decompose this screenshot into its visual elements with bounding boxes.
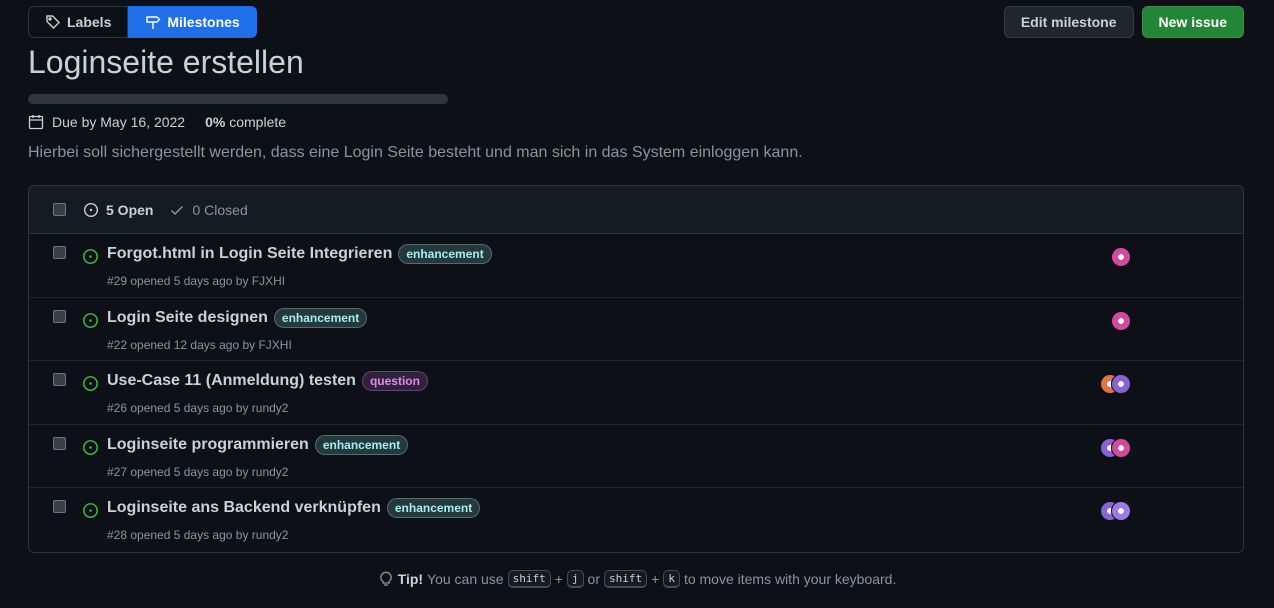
issues-list-header: 5 Open 0 Closed [29,186,1243,234]
issue-title-link[interactable]: Login Seite designen [107,309,268,327]
milestone-title: Loginseite erstellen [28,44,304,80]
issue-opened-icon [83,503,98,518]
kbd-shift-2: shift [604,570,648,588]
issue-title-link[interactable]: Use-Case 11 (Anmeldung) testen [107,372,356,390]
completion-percent-wrap: 0% complete [205,114,286,130]
new-issue-button[interactable]: New issue [1141,6,1244,38]
issue-title-link[interactable]: Loginseite ans Backend verknüpfen [107,499,381,517]
assignee-avatar[interactable] [1111,437,1131,458]
issue-checkbox[interactable] [53,373,66,386]
tip-text-1: You can use [427,571,504,587]
keyboard-tip: Tip! You can use shift + j or shift + k to m… [0,570,1274,588]
closed-filter[interactable]: 0 Closed [169,201,248,218]
issue-checkbox[interactable] [53,309,66,323]
issue-row[interactable]: Use-Case 11 (Anmeldung) testen question … [29,361,1243,425]
issue-opened-icon [83,439,98,455]
issues-list: 5 Open 0 Closed Forgot.html in Login Sei… [28,185,1244,553]
milestone-icon [146,16,161,29]
kbd-k: k [663,570,680,588]
issue-row[interactable]: Forgot.html in Login Seite Integrieren e… [29,234,1243,298]
issue-label[interactable]: enhancement [314,434,409,455]
issue-title-link[interactable]: Forgot.html in Login Seite Integrieren [107,245,392,263]
assignees [1111,310,1131,331]
issue-meta-text: #29 opened 5 days ago by FJXHI [107,274,286,288]
issue-meta: #28 opened 5 days ago by rundy2 [107,528,288,542]
assignees [1100,374,1131,394]
issue-label[interactable]: question [361,371,428,391]
issue-title-link[interactable]: Loginseite programmieren [107,436,309,454]
completion-label: complete [229,114,287,130]
assignees [1100,437,1131,458]
open-filter[interactable]: 5 Open [83,202,153,218]
select-all-checkbox[interactable] [53,203,66,216]
assignee-avatar[interactable] [1111,310,1131,331]
milestone-meta: Due by May 16, 2022 0% complete [28,114,286,130]
open-count: 5 Open [106,201,154,218]
calendar-icon [28,115,44,130]
issue-meta: #27 opened 5 days ago by rundy2 [107,465,288,479]
issue-title-line: Loginseite programmieren enhancement [107,434,409,455]
labels-tab-label: Labels [67,14,112,30]
issue-meta: #26 opened 5 days ago by rundy2 [107,401,288,415]
tip-prefix: Tip! [397,571,424,587]
check-icon [171,205,184,215]
issue-title-line: Use-Case 11 (Anmeldung) testen question [107,371,428,391]
tip-or: or [587,571,600,587]
tag-icon [46,15,60,29]
milestones-tab-label: Milestones [167,14,240,30]
state-filters: 5 Open 0 Closed [83,202,248,218]
issue-label[interactable]: enhancement [273,307,368,328]
issue-opened-icon [83,376,98,391]
issue-meta-text: #26 opened 5 days ago by rundy2 [107,401,289,415]
milestone-progress-bar [28,94,448,104]
issue-label[interactable]: enhancement [398,244,492,264]
tip-text-2: to move items with your keyboard. [683,571,897,587]
issue-row[interactable]: Loginseite programmieren enhancement #27… [29,425,1243,488]
kbd-shift-1: shift [507,570,551,588]
issue-meta: #22 opened 12 days ago by FJXHI [107,338,292,352]
top-bar: Labels Milestones Edit milestone New iss… [28,6,1244,38]
assignee-avatar[interactable] [1111,501,1131,521]
issue-opened-icon [83,312,98,328]
closed-count: 0 Closed [192,201,248,218]
header-actions: Edit milestone New issue [1003,6,1244,38]
issue-meta: #29 opened 5 days ago by FJXHI [107,274,285,288]
lightbulb-icon [379,571,392,586]
issue-row[interactable]: Login Seite designen enhancement #22 ope… [29,298,1243,361]
issue-meta-text: #28 opened 5 days ago by rundy2 [107,528,289,542]
labels-tab[interactable]: Labels [28,6,129,38]
issue-row[interactable]: Loginseite ans Backend verknüpfen enhanc… [29,488,1243,552]
issue-checkbox[interactable] [53,500,66,513]
assignee-avatar[interactable] [1111,374,1131,394]
tip-plus-1: + [554,571,563,587]
issue-opened-icon [83,249,98,264]
subnav: Labels Milestones [28,6,257,38]
issue-title-line: Loginseite ans Backend verknüpfen enhanc… [107,498,481,518]
kbd-j: j [566,570,584,588]
issue-meta-text: #27 opened 5 days ago by rundy2 [107,464,289,479]
issue-label[interactable]: enhancement [386,498,481,518]
issue-opened-icon [83,202,99,217]
issue-checkbox[interactable] [53,436,66,450]
issue-title-line: Forgot.html in Login Seite Integrieren e… [107,244,492,264]
assignees [1111,247,1131,267]
issue-checkbox[interactable] [53,246,66,259]
due-date: Due by May 16, 2022 [52,114,186,130]
assignee-avatar[interactable] [1111,247,1131,267]
issue-meta-text: #22 opened 12 days ago by FJXHI [107,337,292,352]
tip-plus-2: + [651,571,660,587]
assignees [1100,501,1131,521]
completion-percent: 0% [205,114,226,130]
edit-milestone-button[interactable]: Edit milestone [1003,6,1134,38]
issue-rows: Forgot.html in Login Seite Integrieren e… [29,234,1243,552]
issue-title-line: Login Seite designen enhancement [107,307,368,328]
milestone-description: Hierbei soll sichergestellt werden, dass… [28,144,803,161]
milestones-tab[interactable]: Milestones [128,6,257,38]
